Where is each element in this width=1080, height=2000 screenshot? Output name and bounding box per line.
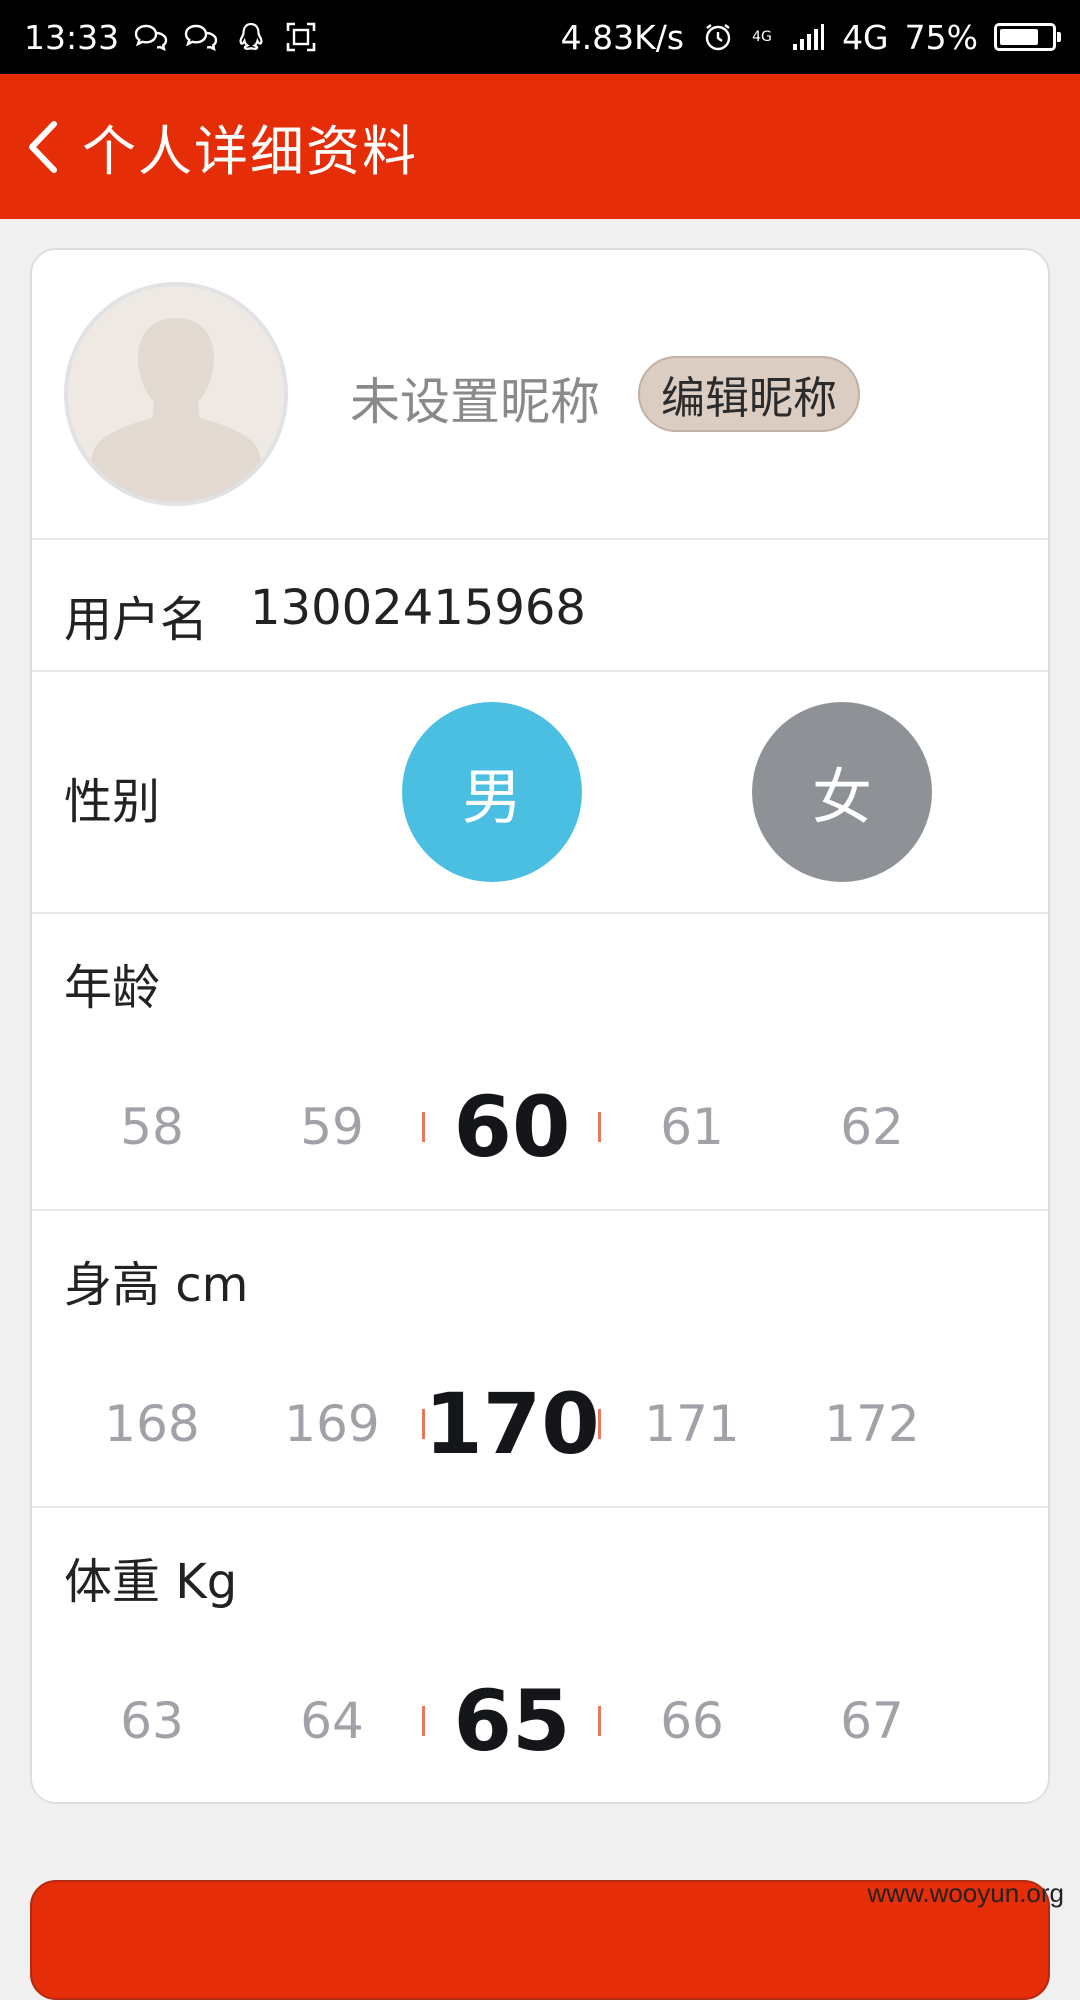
default-avatar-icon	[90, 318, 262, 502]
weight-option-64[interactable]: 64	[242, 1666, 422, 1776]
username-row: 用户名 13002415968	[32, 540, 1048, 672]
weight-label: 体重 Kg	[64, 1554, 238, 1610]
chat-bubbles-icon	[133, 19, 169, 55]
screenshot-frame-icon	[283, 19, 319, 55]
small-4g-label: 4G	[752, 29, 772, 45]
page-title: 个人详细资料	[82, 120, 418, 183]
age-option-62[interactable]: 62	[782, 1072, 962, 1182]
age-picker[interactable]: 58 59 60 61 62	[32, 1072, 1048, 1182]
alarm-clock-icon	[700, 19, 736, 55]
signal-strength-icon	[790, 19, 826, 55]
height-option-172[interactable]: 172	[782, 1369, 962, 1479]
back-button[interactable]	[26, 117, 68, 177]
network-type: 4G	[842, 17, 889, 57]
weight-selection-tick	[598, 1706, 601, 1736]
status-left-group: 13:33	[24, 18, 319, 57]
battery-fill	[1000, 29, 1038, 45]
height-option-171[interactable]: 171	[602, 1369, 782, 1479]
weight-row: 体重 Kg 63 64 65 66 67	[32, 1508, 1048, 1802]
weight-option-63[interactable]: 63	[62, 1666, 242, 1776]
weight-option-67[interactable]: 67	[782, 1666, 962, 1776]
chat-bubbles-icon	[183, 19, 219, 55]
gender-female-button[interactable]: 女	[752, 702, 932, 882]
username-label: 用户名	[64, 592, 209, 648]
gender-label: 性别	[64, 774, 161, 830]
height-option-168[interactable]: 168	[62, 1369, 242, 1479]
height-selection-tick	[598, 1409, 601, 1439]
age-label: 年龄	[64, 960, 161, 1016]
battery-percent: 75%	[904, 17, 978, 57]
weight-option-66[interactable]: 66	[602, 1666, 782, 1776]
status-bar: 13:33 4.83K/s 4G 4G 75%	[0, 0, 1080, 74]
weight-picker[interactable]: 63 64 65 66 67	[32, 1666, 1048, 1776]
weight-option-selected[interactable]: 65	[422, 1666, 602, 1776]
age-selection-tick	[598, 1112, 601, 1142]
username-value: 13002415968	[250, 580, 586, 636]
battery-icon	[994, 23, 1061, 51]
age-option-61[interactable]: 61	[602, 1072, 782, 1182]
status-time: 13:33	[24, 17, 120, 57]
gender-male-button[interactable]: 男	[402, 702, 582, 882]
height-label: 身高 cm	[64, 1257, 249, 1313]
profile-card: 未设置昵称 编辑昵称 用户名 13002415968 性别 男 女 年龄 58 5…	[30, 248, 1050, 1804]
weight-selection-tick	[422, 1706, 425, 1736]
age-option-selected[interactable]: 60	[422, 1072, 602, 1182]
age-selection-tick	[422, 1112, 425, 1142]
height-selection-tick	[422, 1409, 425, 1439]
height-option-selected[interactable]: 170	[422, 1369, 602, 1479]
avatar[interactable]	[64, 282, 288, 506]
penguin-icon	[233, 19, 269, 55]
gender-row: 性别 男 女	[32, 672, 1048, 914]
profile-row: 未设置昵称 编辑昵称	[32, 250, 1048, 540]
chevron-left-icon	[29, 120, 57, 173]
status-right-group: 4.83K/s 4G 4G 75%	[560, 17, 1061, 57]
age-option-58[interactable]: 58	[62, 1072, 242, 1182]
height-option-169[interactable]: 169	[242, 1369, 422, 1479]
net-speed: 4.83K/s	[560, 17, 685, 57]
watermark-text: www.wooyun.org	[867, 1878, 1064, 1908]
nickname-text: 未设置昵称	[350, 373, 600, 431]
edit-nickname-button[interactable]: 编辑昵称	[638, 356, 860, 432]
age-option-59[interactable]: 59	[242, 1072, 422, 1182]
age-row: 年龄 58 59 60 61 62	[32, 914, 1048, 1211]
app-header: 个人详细资料	[0, 74, 1080, 219]
height-picker[interactable]: 168 169 170 171 172	[32, 1369, 1048, 1479]
height-row: 身高 cm 168 169 170 171 172	[32, 1211, 1048, 1508]
